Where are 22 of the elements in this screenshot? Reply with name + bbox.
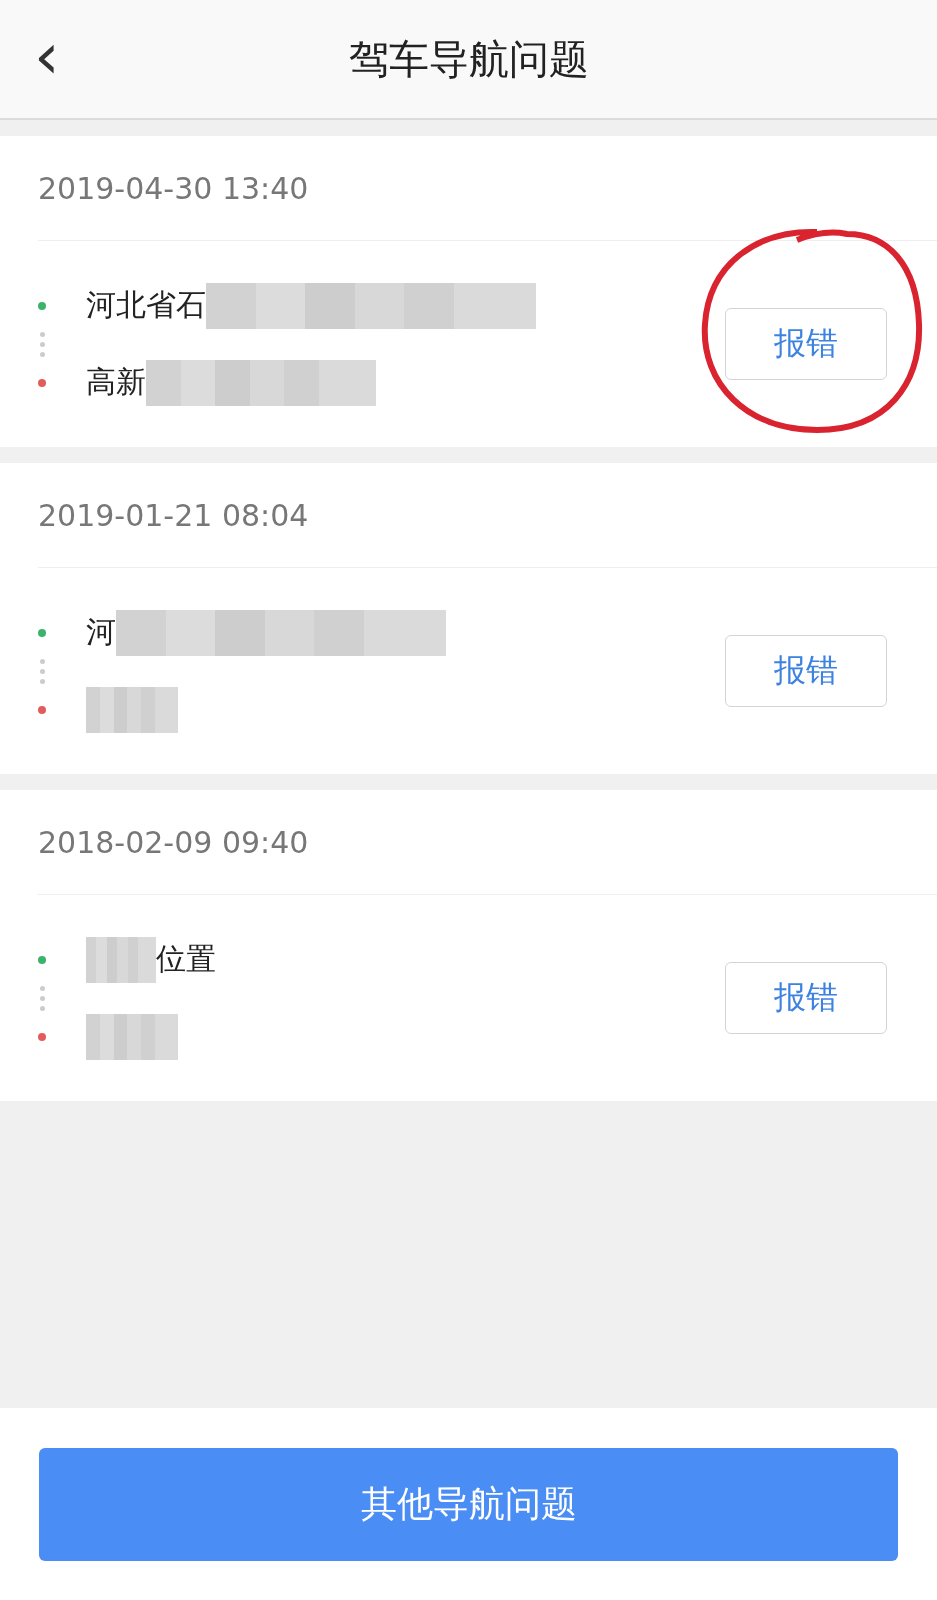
end-dot-icon xyxy=(38,378,46,387)
start-location: 位置 xyxy=(156,940,216,978)
report-error-button[interactable]: 报错 xyxy=(725,308,887,380)
back-button[interactable]: ‹ xyxy=(24,26,70,86)
route-dots-icon xyxy=(40,658,45,684)
page-title: 驾车导航问题 xyxy=(348,34,589,84)
report-error-button[interactable]: 报错 xyxy=(725,962,887,1034)
start-dot-icon xyxy=(38,628,46,637)
start-dot-icon xyxy=(38,955,46,964)
record-time: 2018-02-09 09:40 xyxy=(38,824,309,860)
start-location: 河北省石 xyxy=(86,286,206,324)
end-dot-icon xyxy=(38,705,46,714)
route-dots-icon xyxy=(40,985,45,1011)
end-location: 高新 xyxy=(86,363,146,401)
start-dot-icon xyxy=(38,301,46,310)
report-error-button[interactable]: 报错 xyxy=(725,635,887,707)
end-dot-icon xyxy=(38,1032,46,1041)
start-location: 河 xyxy=(86,613,116,651)
record-time: 2019-01-21 08:04 xyxy=(38,497,309,533)
route-dots-icon xyxy=(40,331,45,357)
other-issues-button[interactable]: 其他导航问题 xyxy=(39,1447,898,1561)
record-time: 2019-04-30 13:40 xyxy=(38,170,309,206)
